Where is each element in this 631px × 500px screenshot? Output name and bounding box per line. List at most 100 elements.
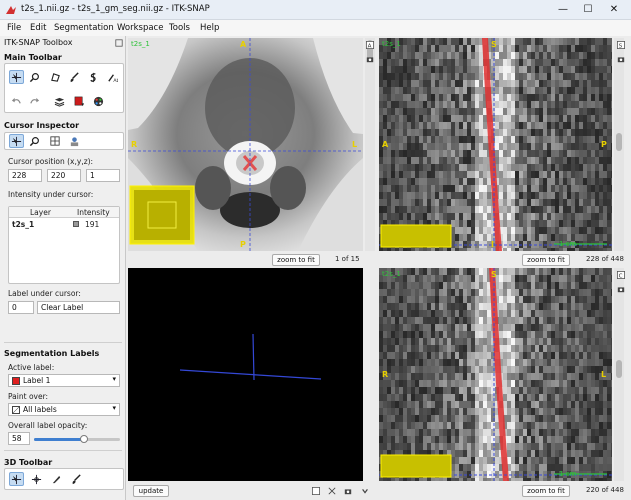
orientation-right: L [352,140,358,149]
scrollbar-thumb[interactable] [616,133,622,151]
label-value-field[interactable]: 0 [8,301,34,314]
chevron-down-icon[interactable] [360,486,370,496]
undo-button[interactable] [9,94,24,108]
3d-toolbar-panel [4,468,124,490]
cursor-inspector-tab[interactable] [9,134,24,148]
sagittal-slice-count: 228 of 448 [586,255,624,263]
sagittal-slice-scrollbar[interactable] [614,38,624,251]
coronal-slice-count: 220 of 448 [586,486,624,494]
3d-scalpel-tool-button[interactable] [49,472,64,486]
sagittal-zoom-to-fit-button[interactable]: zoom to fit [522,254,570,266]
layer-name-tag: t2s_1 [382,270,401,278]
undo-icon [11,97,21,104]
sagittal-view[interactable]: t2s_1 S A P I 1 cm [379,38,612,251]
label-color-swatch [12,376,20,385]
menu-segmentation[interactable]: Segmentation [54,23,114,33]
zoom-inspector-icon [29,136,39,146]
menu-file[interactable]: File [7,23,21,33]
update-button[interactable]: update [133,485,169,497]
intensity-table-header: Layer Intensity [9,207,119,218]
screenshot-icon[interactable] [365,54,375,64]
active-label-label: Active label: [8,363,55,372]
3d-view[interactable] [128,268,363,481]
polygon-tool-button[interactable] [48,70,63,84]
intensity-table: Layer Intensity t2s_1 191 [8,206,120,284]
opacity-slider[interactable] [34,434,120,444]
table-icon [49,136,60,146]
snake-icon [90,72,96,82]
slider-handle[interactable] [79,435,88,443]
zoom-tool-button[interactable] [27,70,42,84]
3d-crosshair-tool-button[interactable] [29,472,44,486]
display-layout-tab[interactable] [47,134,62,148]
active-label-value: Label 1 [23,376,51,385]
segmentation-labels-title: Segmentation Labels [4,349,100,358]
minimize-button[interactable]: — [555,2,571,18]
crosshair-tool-button[interactable] [9,70,24,84]
segmentation-button[interactable] [72,94,87,108]
paint-over-value: All labels [23,405,57,414]
close-button[interactable]: ✕ [606,2,622,18]
coronal-slice-scrollbar[interactable] [614,268,624,481]
snake-tool-button[interactable] [86,70,101,84]
scrollbar-thumb[interactable] [616,360,622,378]
menu-workspace[interactable]: Workspace [117,23,163,33]
layer-inspector-tab[interactable] [67,134,82,148]
axial-slice-count: 1 of 15 [335,255,360,263]
menu-help[interactable]: Help [200,23,219,33]
window-title: t2s_1.nii.gz - t2s_1_gm_seg.nii.gz - ITK… [21,4,210,14]
screenshot-icon[interactable] [616,54,626,64]
label-name-field[interactable]: Clear Label [37,301,120,314]
undock-icon[interactable] [114,38,124,48]
axial-slice-scrollbar[interactable] [365,38,375,251]
annotation-tool-button[interactable]: Ab [105,70,120,84]
expand-view-icon[interactable] [311,486,321,496]
zoom-inspector-tab[interactable] [27,134,42,148]
3d-paint-tool-button[interactable] [69,472,84,486]
screenshot-icon[interactable] [616,284,626,294]
window-layout-icon[interactable]: S [616,40,626,50]
axial-view[interactable]: t2s_1 A R L P [128,38,363,251]
scale-bar-label: 1 cm [559,470,577,478]
crosshair-icon [11,474,22,484]
cursor-z-field[interactable]: 1 [86,169,120,182]
toolbox-sidebar: ITK-SNAP Toolbox Main Toolbar Ab [0,36,126,500]
3d-rotate-tool-button[interactable] [9,472,24,486]
coronal-view[interactable]: t2s_1 S R L 1 cm [379,268,612,481]
paintbrush-icon [72,473,81,484]
window-layout-icon[interactable]: A [365,40,375,50]
paintbrush-tool-button[interactable] [67,70,82,84]
redo-icon [30,97,40,104]
menu-tools[interactable]: Tools [169,23,190,33]
palette-button[interactable] [91,94,106,108]
annotation-icon: Ab [108,73,118,83]
redo-button[interactable] [27,94,42,108]
active-label-dropdown[interactable]: Label 1 ▾ [8,374,120,387]
svg-text:Ab: Ab [113,78,118,83]
svg-text:S: S [619,43,623,49]
intensity-column-header: Intensity [77,208,110,217]
cursor-x-field[interactable]: 228 [8,169,42,182]
window-layout-icon[interactable]: C [616,270,626,280]
svg-text:C: C [619,273,623,279]
coronal-zoom-to-fit-button[interactable]: zoom to fit [522,485,570,497]
screenshot-icon[interactable] [343,486,353,496]
segmentation-icon [74,96,85,106]
target-icon [11,136,22,146]
paintbrush-icon [70,71,79,82]
3d-layout-icon[interactable] [327,486,337,496]
maximize-button[interactable]: ☐ [580,2,596,18]
main-toolbar-title: Main Toolbar [4,53,62,62]
table-row[interactable]: t2s_1 191 [9,218,119,230]
axial-zoom-to-fit-button[interactable]: zoom to fit [272,254,320,266]
menu-edit[interactable]: Edit [30,23,46,33]
layers-button[interactable] [52,94,67,108]
paint-over-dropdown[interactable]: All labels ▾ [8,403,120,416]
intensity-value-cell: 191 [85,220,100,229]
opacity-label: Overall label opacity: [8,421,88,430]
cursor-y-field[interactable]: 220 [47,169,81,182]
inspector-toolbar-panel [4,132,124,150]
paint-over-label: Paint over: [8,392,49,401]
opacity-value-field[interactable]: 58 [8,432,30,445]
scale-bar-label: 1 cm [559,240,577,248]
